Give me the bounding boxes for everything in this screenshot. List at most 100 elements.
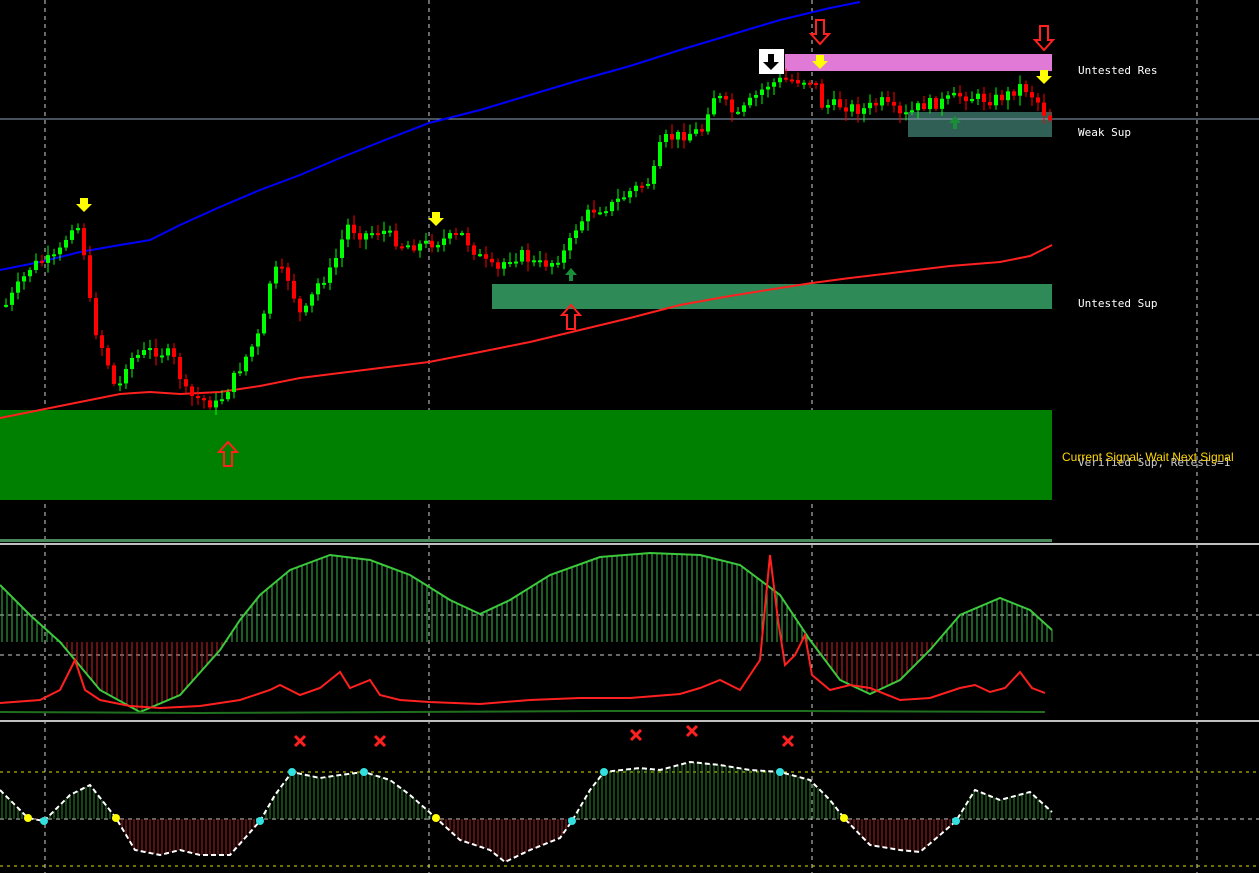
candle-body [250, 346, 254, 357]
candle-body [514, 261, 518, 264]
candle-body [790, 79, 794, 82]
candle-body [472, 245, 476, 255]
candle-body [562, 250, 566, 263]
candle-body [58, 247, 62, 255]
candle-body [118, 383, 122, 386]
candle-body [352, 224, 356, 234]
candle-body [640, 185, 644, 188]
candle-body [1018, 84, 1022, 96]
candle-body [64, 239, 68, 248]
candle-body [970, 98, 974, 102]
candle-body [784, 77, 788, 80]
candle-body [394, 230, 398, 247]
candle-body [268, 283, 272, 314]
candle-body [88, 255, 92, 298]
candle-body [28, 269, 32, 277]
candle-body [1048, 115, 1052, 121]
candle-body [46, 255, 50, 263]
candle-body [1000, 94, 1004, 101]
candle-body [616, 198, 620, 202]
candle-body [430, 240, 434, 248]
candle-body [262, 313, 266, 334]
candle-body [508, 262, 512, 265]
candle-body [898, 105, 902, 114]
candle-body [286, 267, 290, 281]
candle-body [736, 111, 740, 114]
candle-body [154, 348, 158, 357]
candle-body [292, 280, 296, 299]
candle-body [958, 92, 962, 97]
weak-support-zone[interactable] [908, 112, 1052, 137]
candle-body [202, 398, 206, 401]
candle-body [796, 79, 800, 84]
candle-body [706, 114, 710, 132]
candle-body [1012, 91, 1016, 96]
trading-chart[interactable] [0, 0, 1259, 873]
candle-body [100, 335, 104, 348]
candle-body [328, 267, 332, 283]
candle-body [910, 110, 914, 113]
candle-body [232, 372, 236, 393]
candle-body [148, 348, 152, 351]
candle-body [976, 93, 980, 99]
candle-body [52, 254, 56, 257]
candle-body [10, 292, 14, 305]
candle-body [568, 237, 572, 251]
candle-body [904, 112, 908, 115]
candle-body [880, 97, 884, 106]
candle-body [220, 399, 224, 402]
candle-body [142, 350, 146, 356]
candle-body [406, 245, 410, 248]
candle-body [718, 95, 722, 99]
candle-body [442, 238, 446, 245]
candle-body [256, 333, 260, 347]
candle-body [520, 250, 524, 262]
candle-body [172, 348, 176, 357]
candle-body [724, 95, 728, 100]
candle-body [166, 348, 170, 356]
candle-body [586, 209, 590, 222]
untested-support-zone[interactable] [492, 284, 1052, 309]
candle-body [496, 262, 500, 269]
candle-body [982, 93, 986, 103]
candle-body [622, 197, 626, 200]
candle-body [208, 400, 212, 408]
candle-body [766, 86, 770, 90]
candle-body [244, 356, 248, 372]
candle-body [34, 260, 38, 270]
candle-body [298, 298, 302, 313]
candle-body [676, 132, 680, 140]
candle-body [112, 365, 116, 384]
candle-body [310, 294, 314, 306]
candle-body [274, 266, 278, 284]
candle-body [4, 304, 8, 307]
candle-body [478, 254, 482, 257]
verified-support-zone[interactable] [0, 410, 1052, 500]
candle-body [214, 400, 218, 408]
candle-body [238, 371, 242, 374]
candle-body [670, 134, 674, 140]
candle-body [850, 104, 854, 112]
candle-body [76, 228, 80, 231]
candle-body [1006, 91, 1010, 101]
candle-body [316, 283, 320, 295]
candle-body [802, 82, 806, 85]
candle-body [280, 266, 284, 269]
candle-body [598, 212, 602, 215]
candle-body [1030, 92, 1034, 98]
candle-body [388, 230, 392, 233]
candle-body [826, 104, 830, 108]
candle-body [928, 98, 932, 110]
candle-body [712, 98, 716, 115]
candle-body [946, 95, 950, 99]
untested-resistance-label: Untested Res [1078, 64, 1158, 77]
candle-body [436, 244, 440, 248]
candle-body [502, 262, 506, 269]
candle-body [682, 132, 686, 141]
candle-body [832, 99, 836, 105]
candle-body [1042, 102, 1046, 116]
candle-body [94, 297, 98, 336]
candle-body [730, 99, 734, 113]
candle-body [490, 258, 494, 263]
candle-body [868, 102, 872, 109]
